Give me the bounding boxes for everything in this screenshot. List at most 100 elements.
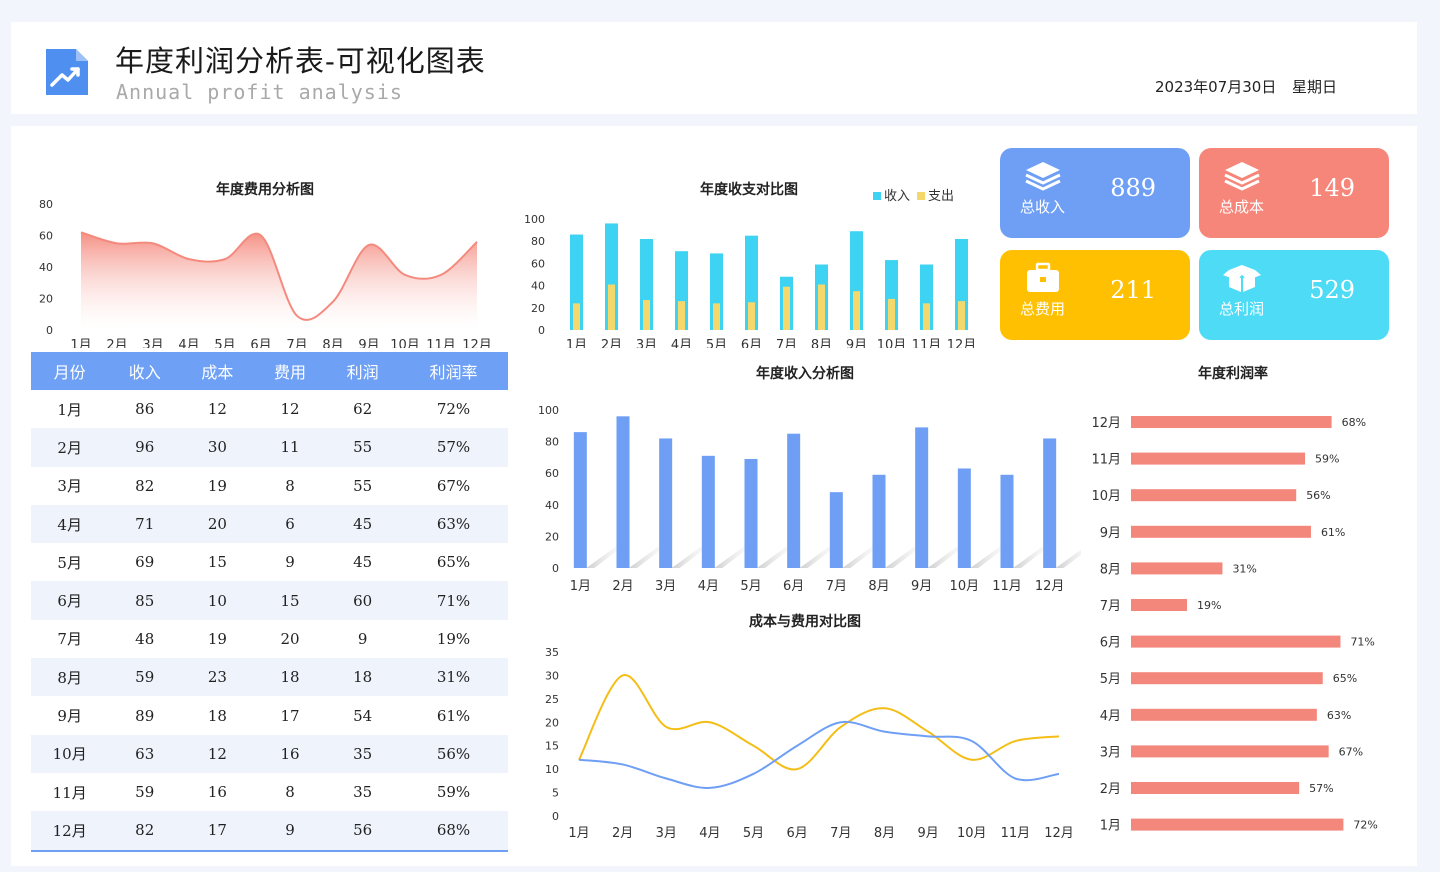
expense-bar: [713, 303, 720, 330]
y-tick-label: 80: [531, 235, 545, 248]
table-row: 8月 59 23 18 18 31%: [31, 658, 508, 697]
cell-month: 9月: [57, 707, 82, 726]
cell-margin: 61%: [436, 706, 471, 725]
profit-table: 月份 收入 成本 费用 利润 利润率 1月 86 12 12 62 72% 2月 96 30 11…: [31, 352, 508, 852]
x-tick-label: 7月: [776, 338, 797, 348]
cell-expense: 20: [280, 629, 300, 648]
x-tick-label: 2月: [612, 826, 633, 841]
cell-expense: 11: [253, 428, 327, 467]
cell-cost: 16: [207, 783, 227, 802]
margin-bar: [1131, 782, 1300, 794]
y-tick-label: 6月: [1100, 636, 1121, 651]
cell-profit: 35: [353, 783, 373, 802]
x-tick-label: 11月: [426, 338, 456, 348]
chart-title: 年度收支对比图: [700, 181, 798, 198]
page-title: 年度利润分析表-可视化图表: [115, 44, 486, 78]
cell-margin: 72%: [436, 400, 471, 419]
column-header-profit: 利润: [326, 352, 399, 390]
income-bar: [1000, 474, 1014, 568]
cell-profit: 54: [353, 706, 373, 725]
x-tick-label: 3月: [655, 579, 676, 594]
x-tick-label: 1月: [568, 826, 589, 841]
kpi-card-total-profit: 总利润 529: [1199, 250, 1389, 340]
y-tick-label: 7月: [1100, 599, 1121, 614]
table-row: 5月 69 15 9 45 65%: [31, 543, 508, 581]
cell-expense: 9: [285, 553, 295, 572]
cell-profit: 55: [326, 428, 399, 467]
x-tick-label: 7月: [286, 338, 307, 348]
x-tick-label: 3月: [656, 826, 677, 841]
x-tick-label: 3月: [636, 338, 657, 348]
cell-margin: 57%: [399, 428, 508, 467]
data-label: 63%: [1327, 709, 1351, 722]
x-tick-label: 5月: [740, 579, 761, 594]
column-header-margin: 利润率: [399, 352, 508, 390]
income-bar: [829, 492, 843, 568]
y-tick-label: 40: [531, 280, 545, 293]
table-row: 11月 59 16 8 35 59%: [31, 773, 508, 811]
expense-bar: [608, 284, 615, 330]
kpi-card-total-cost: 总成本 149: [1199, 148, 1389, 238]
cell-expense: 8: [285, 476, 295, 495]
y-tick-label: 4月: [1100, 709, 1121, 724]
margin-bar: [1131, 745, 1329, 758]
income-bar: [787, 433, 801, 568]
x-tick-label: 2月: [601, 338, 622, 348]
y-tick-label: 80: [545, 436, 559, 449]
cell-month: 10月: [31, 734, 109, 773]
date-label: 2023年07月30日: [1155, 78, 1277, 96]
x-tick-label: 11月: [912, 338, 942, 348]
cell-profit: 62: [353, 400, 373, 419]
x-tick-label: 4月: [671, 338, 692, 348]
column-header-expense: 费用: [253, 352, 327, 390]
cell-income: 69: [135, 553, 155, 572]
y-tick-label: 40: [545, 499, 559, 512]
x-tick-label: 1月: [570, 579, 591, 594]
x-tick-label: 5月: [214, 338, 235, 348]
cell-profit: 45: [353, 553, 373, 572]
data-label: 57%: [1309, 782, 1333, 795]
data-label: 71%: [1350, 636, 1374, 649]
data-label: 19%: [1197, 599, 1221, 612]
y-tick-label: 80: [39, 198, 53, 211]
table-row: 12月 82 17 9 56 68%: [31, 811, 508, 852]
column-header-income: 收入: [108, 352, 182, 390]
table-row: 7月 48 19 20 9 19%: [31, 620, 508, 658]
y-tick-label: 2月: [1100, 782, 1121, 797]
legend-swatch: [917, 192, 925, 200]
data-label: 65%: [1333, 672, 1357, 685]
column-header-month: 月份: [31, 352, 109, 390]
y-tick-label: 3月: [1100, 745, 1121, 760]
y-tick-label: 0: [46, 324, 53, 337]
legend-swatch: [873, 192, 881, 200]
y-tick-label: 0: [538, 324, 545, 337]
x-tick-label: 10月: [957, 826, 987, 841]
x-tick-label: 10月: [950, 579, 980, 594]
column-header-cost: 成本: [181, 352, 254, 390]
cell-expense: 6: [253, 504, 327, 544]
cell-income: 59: [135, 783, 155, 802]
x-tick-label: 9月: [846, 338, 867, 348]
area-fill: [81, 232, 477, 330]
cell-month: 12月: [31, 811, 109, 852]
cell-month: 7月: [57, 630, 82, 649]
cell-income: 85: [108, 581, 182, 620]
x-tick-label: 8月: [874, 826, 895, 841]
y-tick-label: 10月: [1091, 489, 1121, 504]
y-tick-label: 25: [545, 693, 559, 706]
y-tick-label: 35: [545, 646, 559, 659]
income-expense-bar-chart: 年度收支对比图 0 20 40 60 80 100 收入 支出 1月 2月 3月 4月 5月 6月 7月 8月 9…: [519, 148, 979, 348]
kpi-label: 总收入: [1020, 198, 1066, 216]
cell-month: 11月: [52, 783, 87, 802]
kpi-label: 总成本: [1219, 198, 1265, 216]
y-tick-label: 20: [39, 293, 53, 306]
cell-margin: 68%: [399, 811, 508, 852]
cell-income: 82: [135, 476, 155, 495]
table-row: 3月 82 19 8 55 67%: [31, 467, 508, 505]
y-tick-label: 11月: [1091, 453, 1121, 468]
x-tick-label: 7月: [830, 826, 851, 841]
x-tick-label: 5月: [706, 338, 727, 348]
y-tick-label: 100: [524, 213, 545, 226]
cell-income: 89: [135, 706, 155, 725]
x-tick-label: 12月: [1044, 826, 1074, 841]
